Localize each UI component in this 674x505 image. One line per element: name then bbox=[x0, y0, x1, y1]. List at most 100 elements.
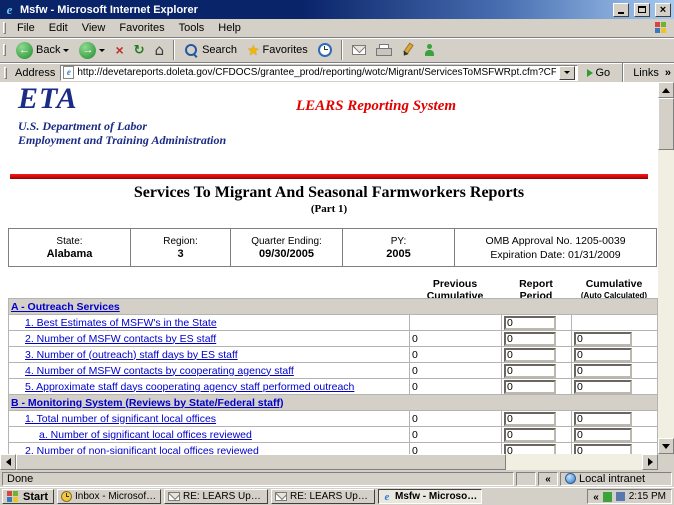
tray-icon[interactable] bbox=[603, 492, 612, 502]
table-row: 1. Best Estimates of MSFW's in the State bbox=[9, 315, 658, 331]
cumulative-input[interactable] bbox=[574, 444, 632, 455]
arrow-left-icon bbox=[6, 458, 11, 466]
back-dropdown-icon[interactable] bbox=[63, 49, 69, 52]
row-link[interactable]: 1. Total number of significant local off… bbox=[25, 413, 216, 425]
row-link[interactable]: 2. Number of MSFW contacts by ES staff bbox=[25, 333, 216, 345]
status-text-pane: Done bbox=[2, 472, 514, 486]
menu-item-edit[interactable]: Edit bbox=[42, 20, 75, 36]
forward-button[interactable]: → bbox=[75, 39, 109, 61]
row-link[interactable]: a. Number of significant local offices r… bbox=[39, 429, 252, 441]
forward-dropdown-icon[interactable] bbox=[99, 49, 105, 52]
table-row: 1. Total number of significant local off… bbox=[9, 411, 658, 427]
row-link[interactable]: 1. Best Estimates of MSFW's in the State bbox=[25, 317, 217, 329]
scroll-right-button[interactable] bbox=[642, 454, 658, 470]
row-link[interactable]: 4. Number of MSFW contacts by cooperatin… bbox=[25, 365, 294, 377]
cumulative-input[interactable] bbox=[574, 428, 632, 442]
section-link[interactable]: A - Outreach Services bbox=[11, 301, 120, 313]
minimize-button[interactable] bbox=[613, 3, 629, 17]
section-cell: A - Outreach Services bbox=[9, 299, 658, 315]
toolbar-drag-handle[interactable] bbox=[3, 44, 6, 56]
py-cell: PY: 2005 bbox=[343, 229, 455, 267]
mail-button[interactable] bbox=[348, 39, 370, 61]
cumulative-input[interactable] bbox=[574, 332, 632, 346]
favorites-label: Favorites bbox=[263, 44, 308, 56]
menu-item-favorites[interactable]: Favorites bbox=[112, 20, 171, 36]
row-label-cell: 4. Number of MSFW contacts by cooperatin… bbox=[9, 363, 410, 379]
back-button[interactable]: ← Back bbox=[12, 39, 73, 61]
links-chevron-icon[interactable] bbox=[665, 67, 671, 79]
report-period-input[interactable] bbox=[504, 380, 556, 394]
report-period-input[interactable] bbox=[504, 332, 556, 346]
toolbar-drag-handle[interactable] bbox=[3, 22, 6, 34]
table-row: 5. Approximate staff days cooperating ag… bbox=[9, 379, 658, 395]
favorites-button[interactable]: ★ Favorites bbox=[243, 39, 312, 61]
horizontal-scrollbar[interactable] bbox=[0, 454, 658, 470]
address-dropdown-button[interactable] bbox=[559, 66, 575, 80]
history-button[interactable] bbox=[314, 39, 336, 61]
edit-button[interactable] bbox=[396, 39, 417, 61]
refresh-button[interactable]: ↻ bbox=[130, 39, 149, 61]
row-label-cell: 2. Number of non-significant local offic… bbox=[9, 443, 410, 455]
maximize-icon bbox=[638, 6, 646, 13]
task-label: RE: LEARS Updates - Me... bbox=[290, 491, 371, 502]
tray-chevron-icon[interactable] bbox=[593, 491, 599, 503]
messenger-button[interactable] bbox=[419, 39, 440, 61]
row-link[interactable]: 3. Number of (outreach) staff days by ES… bbox=[25, 349, 238, 361]
toolbar-separator bbox=[622, 63, 624, 83]
go-button[interactable]: Go bbox=[582, 64, 616, 81]
cumulative-input[interactable] bbox=[574, 364, 632, 378]
print-button[interactable] bbox=[372, 39, 394, 61]
menu-item-view[interactable]: View bbox=[75, 20, 113, 36]
menu-item-file[interactable]: File bbox=[10, 20, 42, 36]
report-period-input[interactable] bbox=[504, 412, 556, 426]
cumulative-input[interactable] bbox=[574, 412, 632, 426]
taskbar-task[interactable]: RE: LEARS Updates - Me... bbox=[271, 489, 375, 504]
vertical-scrollbar-thumb[interactable] bbox=[658, 98, 674, 150]
row-label-cell: 1. Best Estimates of MSFW's in the State bbox=[9, 315, 410, 331]
taskbar: Start Inbox - Microsoft OutlookRE: LEARS… bbox=[0, 487, 674, 505]
links-label[interactable]: Links bbox=[631, 67, 661, 79]
taskbar-task[interactable]: Msfw - Microsoft Inte... bbox=[378, 489, 482, 504]
scroll-down-button[interactable] bbox=[658, 438, 674, 454]
search-button[interactable]: Search bbox=[180, 39, 241, 61]
row-link[interactable]: 2. Number of non-significant local offic… bbox=[25, 445, 259, 455]
start-button[interactable]: Start bbox=[2, 489, 54, 504]
scroll-up-button[interactable] bbox=[658, 82, 674, 98]
close-icon bbox=[660, 4, 666, 16]
taskbar-task[interactable]: Inbox - Microsoft Outlook bbox=[57, 489, 161, 504]
cumulative-input[interactable] bbox=[574, 380, 632, 394]
search-label: Search bbox=[202, 44, 237, 56]
horizontal-scrollbar-thumb[interactable] bbox=[16, 454, 506, 470]
stop-button[interactable]: × bbox=[111, 39, 127, 61]
maximize-button[interactable] bbox=[634, 3, 650, 17]
tray-icon[interactable] bbox=[616, 492, 625, 501]
report-period-input[interactable] bbox=[504, 348, 556, 362]
print-icon bbox=[376, 44, 390, 56]
close-button[interactable] bbox=[655, 3, 671, 17]
dept-line-2: Employment and Training Administration bbox=[18, 133, 226, 148]
scroll-left-button[interactable] bbox=[0, 454, 16, 470]
vertical-scrollbar[interactable] bbox=[658, 82, 674, 454]
row-label-cell: 3. Number of (outreach) staff days by ES… bbox=[9, 347, 410, 363]
window-title: Msfw - Microsoft Internet Explorer bbox=[20, 4, 608, 16]
toolbar-separator bbox=[341, 40, 343, 60]
report-period-input[interactable] bbox=[504, 316, 556, 330]
red-divider bbox=[10, 174, 648, 179]
section-row: A - Outreach Services bbox=[9, 299, 658, 315]
report-period-input[interactable] bbox=[504, 428, 556, 442]
toolbar-drag-handle[interactable] bbox=[4, 67, 7, 79]
menu-item-tools[interactable]: Tools bbox=[172, 20, 212, 36]
report-period-input[interactable] bbox=[504, 444, 556, 455]
favorites-icon: ★ bbox=[247, 43, 260, 57]
menu-item-help[interactable]: Help bbox=[211, 20, 248, 36]
section-link[interactable]: B - Monitoring System (Reviews by State/… bbox=[11, 397, 283, 409]
taskbar-task[interactable]: RE: LEARS Updates - Me... bbox=[164, 489, 268, 504]
report-period-input[interactable] bbox=[504, 364, 556, 378]
menu-items: FileEditViewFavoritesToolsHelp bbox=[10, 20, 248, 36]
home-button[interactable]: ⌂ bbox=[151, 39, 169, 61]
cumulative-input[interactable] bbox=[574, 348, 632, 362]
row-link[interactable]: 5. Approximate staff days cooperating ag… bbox=[25, 381, 354, 393]
address-input[interactable] bbox=[77, 66, 555, 79]
ie-logo-icon[interactable] bbox=[3, 2, 16, 18]
address-label: Address bbox=[15, 67, 56, 79]
